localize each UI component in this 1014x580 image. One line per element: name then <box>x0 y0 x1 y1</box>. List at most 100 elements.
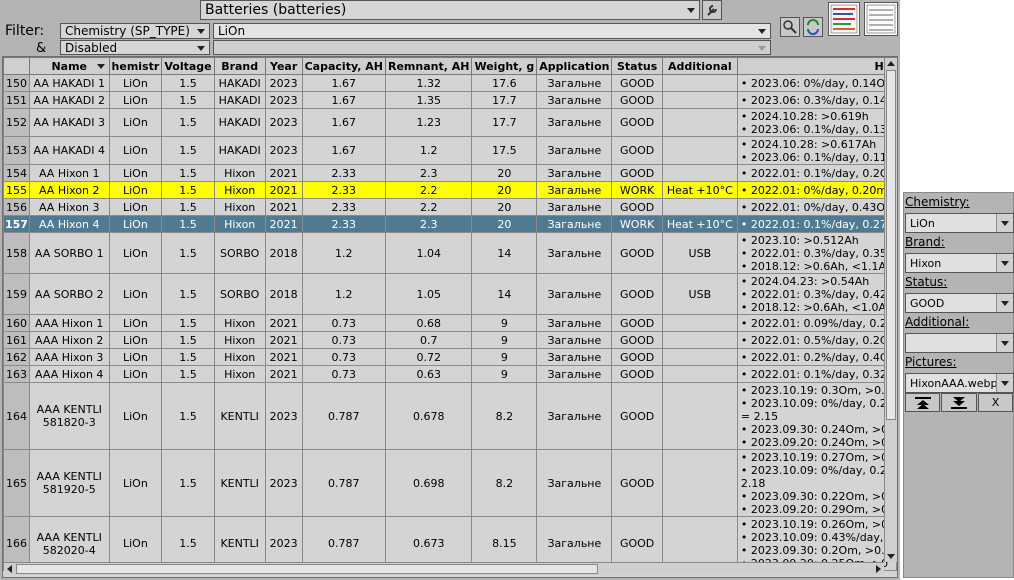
year-cell[interactable]: 2021 <box>264 331 303 349</box>
history-cell[interactable]: • 2022.01: 0.1%/day, 0.2О <box>736 164 897 182</box>
capacity-cell[interactable]: 1.2 <box>301 273 387 315</box>
remnant-cell[interactable]: 2.2 <box>384 198 473 216</box>
col-header-weight[interactable]: Weight, g <box>471 57 538 75</box>
chemistry-cell[interactable]: LiOn <box>108 136 163 165</box>
history-cell[interactable]: • 2023.10.19: 0.3Om, >0.3 • 2023.10.09: 0… <box>736 382 897 450</box>
remnant-cell[interactable]: 1.35 <box>384 91 473 109</box>
search-tool-button[interactable] <box>780 17 800 37</box>
chemistry-cell[interactable]: LiOn <box>108 331 163 349</box>
col-header-name[interactable]: Name <box>28 57 110 75</box>
horizontal-scrollbar[interactable] <box>4 562 884 575</box>
application-cell[interactable]: Загальне <box>536 136 613 165</box>
row-index[interactable]: 157 <box>3 215 30 233</box>
weight-cell[interactable]: 20 <box>471 181 538 199</box>
move-to-top-button[interactable] <box>905 393 940 412</box>
name-cell[interactable]: AA SORBO 1 <box>28 232 110 274</box>
chemistry-cell[interactable]: LiOn <box>108 348 163 366</box>
additional-cell[interactable]: Heat +10°C <box>661 181 738 199</box>
chemistry-cell[interactable]: LiOn <box>108 91 163 109</box>
vertical-scroll-thumb[interactable] <box>886 70 896 420</box>
history-cell[interactable]: • 2022.01: 0%/day, 0.43О <box>736 198 897 216</box>
voltage-cell[interactable]: 1.5 <box>161 74 215 92</box>
name-cell[interactable]: AAA Hixon 1 <box>28 314 110 332</box>
weight-cell[interactable]: 17.6 <box>471 74 538 92</box>
history-cell[interactable]: • 2024.10.28: >0.617Ah • 2023.06: 0.1%/da… <box>736 136 897 165</box>
year-cell[interactable]: 2021 <box>264 215 303 233</box>
brand-cell[interactable]: Hixon <box>213 198 266 216</box>
chemistry-cell[interactable]: LiOn <box>108 74 163 92</box>
chemistry-cell[interactable]: LiOn <box>108 198 163 216</box>
brand-cell[interactable]: HAKADI <box>213 108 266 137</box>
brand-cell[interactable]: HAKADI <box>213 74 266 92</box>
voltage-cell[interactable]: 1.5 <box>161 273 215 315</box>
filter-value-2[interactable] <box>213 40 771 55</box>
application-cell[interactable]: Загальне <box>536 314 613 332</box>
status-cell[interactable]: GOOD <box>611 365 663 383</box>
application-cell[interactable]: Загальне <box>536 449 613 517</box>
chemistry-cell[interactable]: LiOn <box>108 365 163 383</box>
row-index[interactable]: 156 <box>3 198 30 216</box>
weight-cell[interactable]: 20 <box>471 215 538 233</box>
remnant-cell[interactable]: 2.2 <box>384 181 473 199</box>
weight-cell[interactable]: 20 <box>471 164 538 182</box>
additional-cell[interactable] <box>661 348 738 366</box>
brand-cell[interactable]: SORBO <box>213 232 266 274</box>
chemistry-cell[interactable]: LiOn <box>108 314 163 332</box>
chemistry-cell[interactable]: LiOn <box>108 181 163 199</box>
row-index[interactable]: 159 <box>3 273 30 315</box>
status-cell[interactable]: GOOD <box>611 273 663 315</box>
capacity-cell[interactable]: 2.33 <box>301 164 387 182</box>
row-index[interactable]: 158 <box>3 232 30 274</box>
remnant-cell[interactable]: 1.04 <box>384 232 473 274</box>
table-row[interactable]: 154 AA Hixon 1 LiOn 1.5 Hixon 2021 2.33 2.3 20 За… <box>3 164 897 182</box>
application-cell[interactable]: Загальне <box>536 382 613 450</box>
weight-cell[interactable]: 9 <box>471 331 538 349</box>
status-cell[interactable]: GOOD <box>611 136 663 165</box>
row-index[interactable]: 154 <box>3 164 30 182</box>
table-row[interactable]: 161 AAA Hixon 2 LiOn 1.5 Hixon 2021 0.73 0.7 9 За… <box>3 331 897 349</box>
voltage-cell[interactable]: 1.5 <box>161 314 215 332</box>
scroll-right-icon[interactable] <box>876 565 881 573</box>
voltage-cell[interactable]: 1.5 <box>161 348 215 366</box>
application-cell[interactable]: Загальне <box>536 215 613 233</box>
col-header-remnant[interactable]: Remnant, AH <box>384 57 473 75</box>
brand-cell[interactable]: KENTLI <box>213 449 266 517</box>
col-header-status[interactable]: Status <box>611 57 663 75</box>
status-cell[interactable]: GOOD <box>611 232 663 274</box>
scroll-left-icon[interactable] <box>7 565 12 573</box>
application-cell[interactable]: Загальне <box>536 74 613 92</box>
weight-cell[interactable]: 8.2 <box>471 449 538 517</box>
table-row[interactable]: 163 AAA Hixon 4 LiOn 1.5 Hixon 2021 0.73 0.63 9 З… <box>3 365 897 383</box>
capacity-cell[interactable]: 2.33 <box>301 181 387 199</box>
status-cell[interactable]: GOOD <box>611 314 663 332</box>
col-header-history[interactable]: His <box>736 57 897 75</box>
chemistry-cell[interactable]: LiOn <box>108 164 163 182</box>
history-cell[interactable]: • 2022.01: 0%/day, 0.20m <box>736 181 897 199</box>
remnant-cell[interactable]: 0.698 <box>384 449 473 517</box>
capacity-cell[interactable]: 0.73 <box>301 331 387 349</box>
year-cell[interactable]: 2023 <box>264 382 303 450</box>
row-index[interactable]: 164 <box>3 382 30 450</box>
name-cell[interactable]: AA HAKADI 2 <box>28 91 110 109</box>
status-cell[interactable]: GOOD <box>611 108 663 137</box>
remnant-cell[interactable]: 1.23 <box>384 108 473 137</box>
table-row[interactable]: 159 AA SORBO 2 LiOn 1.5 SORBO 2018 1.2 1.05 14 За… <box>3 273 897 315</box>
application-cell[interactable]: Загальне <box>536 108 613 137</box>
additional-cell[interactable] <box>661 164 738 182</box>
row-index[interactable]: 153 <box>3 136 30 165</box>
additional-cell[interactable] <box>661 331 738 349</box>
year-cell[interactable]: 2021 <box>264 365 303 383</box>
application-cell[interactable]: Загальне <box>536 273 613 315</box>
voltage-cell[interactable]: 1.5 <box>161 108 215 137</box>
table-selector[interactable]: Batteries (batteries) <box>200 0 700 20</box>
remnant-cell[interactable]: 2.3 <box>384 164 473 182</box>
brand-cell[interactable]: SORBO <box>213 273 266 315</box>
name-cell[interactable]: AAA Hixon 4 <box>28 365 110 383</box>
year-cell[interactable]: 2021 <box>264 164 303 182</box>
voltage-cell[interactable]: 1.5 <box>161 449 215 517</box>
additional-cell[interactable] <box>661 108 738 137</box>
additional-cell[interactable] <box>661 449 738 517</box>
voltage-cell[interactable]: 1.5 <box>161 365 215 383</box>
additional-cell[interactable] <box>661 365 738 383</box>
remnant-cell[interactable]: 0.63 <box>384 365 473 383</box>
